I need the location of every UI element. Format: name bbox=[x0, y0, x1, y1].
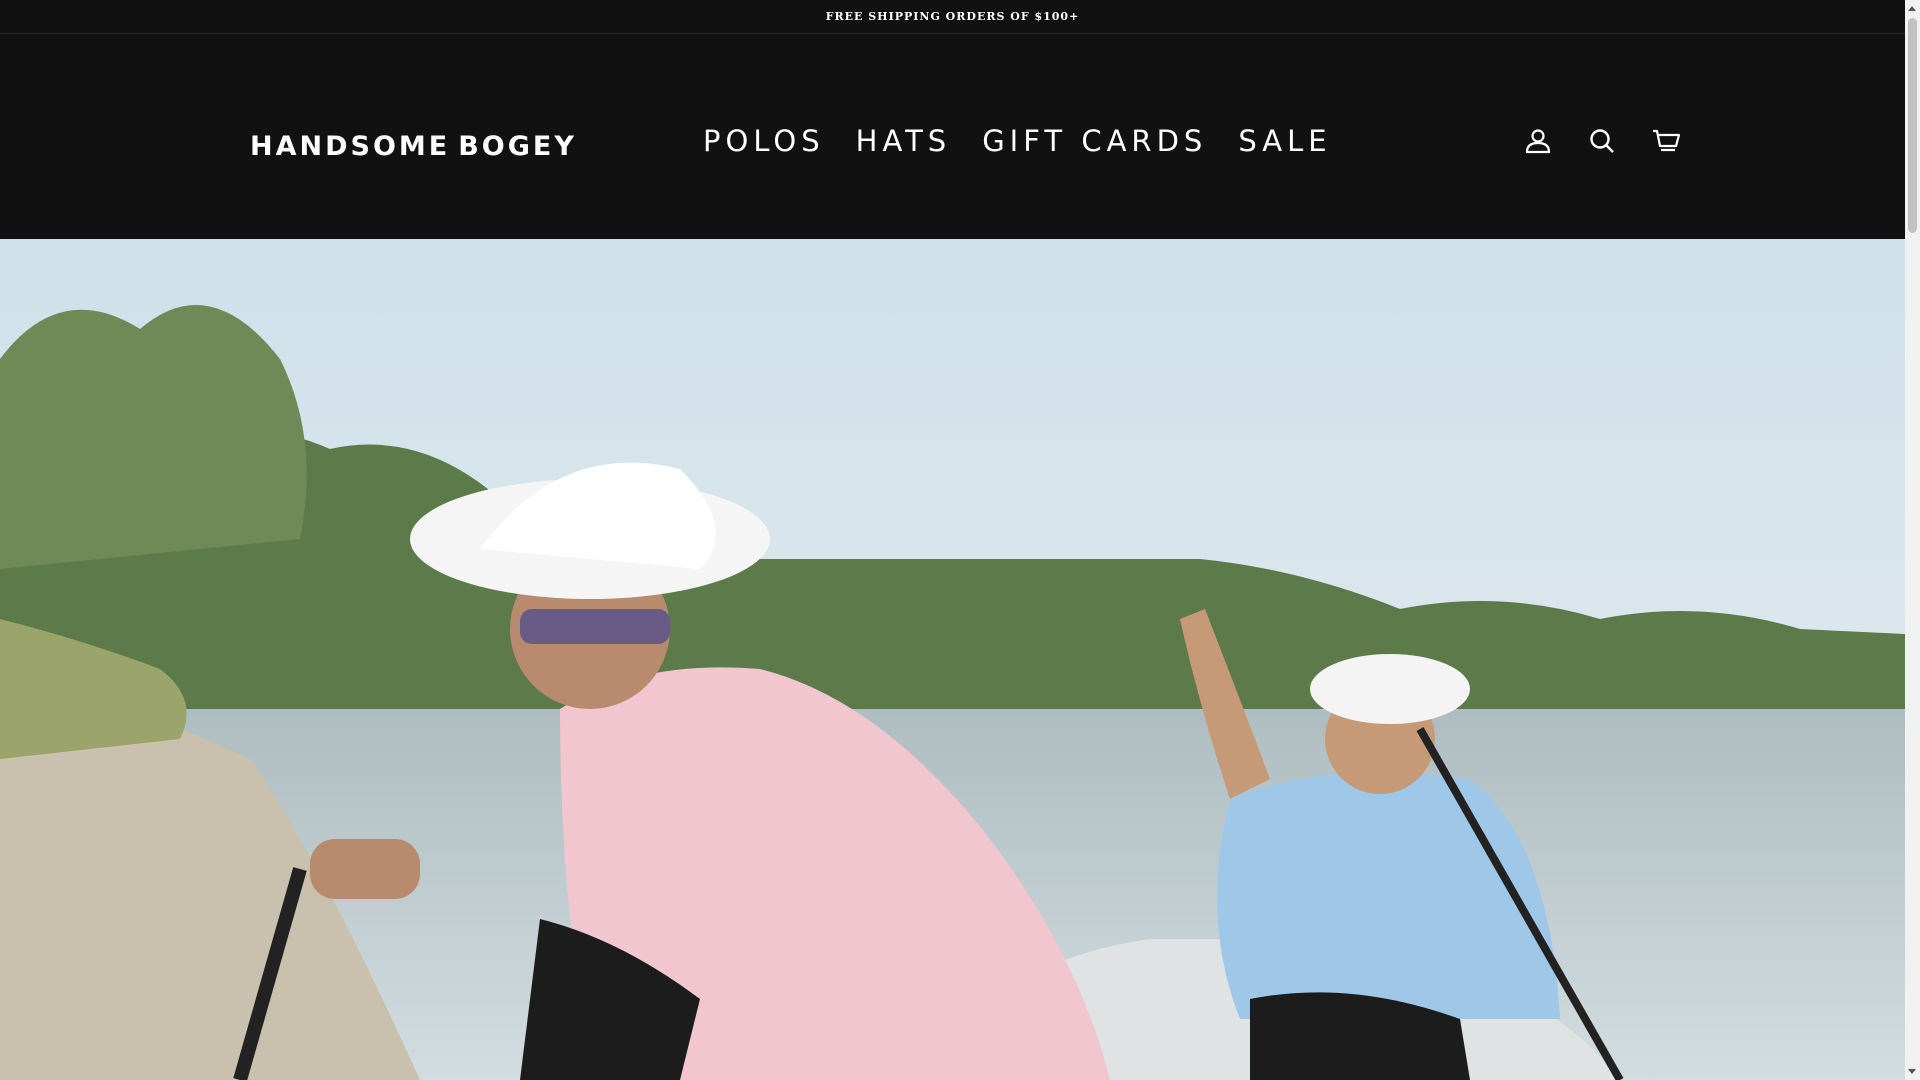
nav-item-hats[interactable]: HATS bbox=[856, 124, 952, 158]
page-scrollbar[interactable] bbox=[1905, 0, 1920, 1080]
main-nav: POLOS HATS GIFT CARDS SALE bbox=[703, 116, 1332, 166]
hero-image bbox=[0, 239, 1905, 1080]
scroll-up-arrow-icon[interactable] bbox=[1908, 6, 1916, 11]
nav-item-polos[interactable]: POLOS bbox=[703, 124, 825, 158]
site-header: HANDSOME BOGEY POLOS HATS GIFT CARDS SAL… bbox=[0, 34, 1905, 239]
logo-word-right: BOGEY bbox=[458, 130, 577, 162]
nav-item-gift-cards[interactable]: GIFT CARDS bbox=[982, 124, 1207, 158]
hero-photo bbox=[0, 239, 1905, 1080]
site-logo[interactable]: HANDSOME BOGEY bbox=[250, 96, 574, 196]
search-icon[interactable] bbox=[1584, 123, 1620, 159]
announcement-text: FREE SHIPPING ORDERS OF $100+ bbox=[825, 10, 1080, 23]
cart-icon[interactable] bbox=[1648, 123, 1684, 159]
logo-word-left: HANDSOME bbox=[250, 130, 451, 162]
scrollbar-thumb[interactable] bbox=[1908, 18, 1917, 233]
nav-item-sale[interactable]: SALE bbox=[1238, 124, 1331, 158]
account-icon[interactable] bbox=[1520, 123, 1556, 159]
announcement-bar: FREE SHIPPING ORDERS OF $100+ bbox=[0, 0, 1905, 34]
header-icons bbox=[1520, 116, 1684, 166]
scroll-down-arrow-icon[interactable] bbox=[1908, 1069, 1916, 1074]
